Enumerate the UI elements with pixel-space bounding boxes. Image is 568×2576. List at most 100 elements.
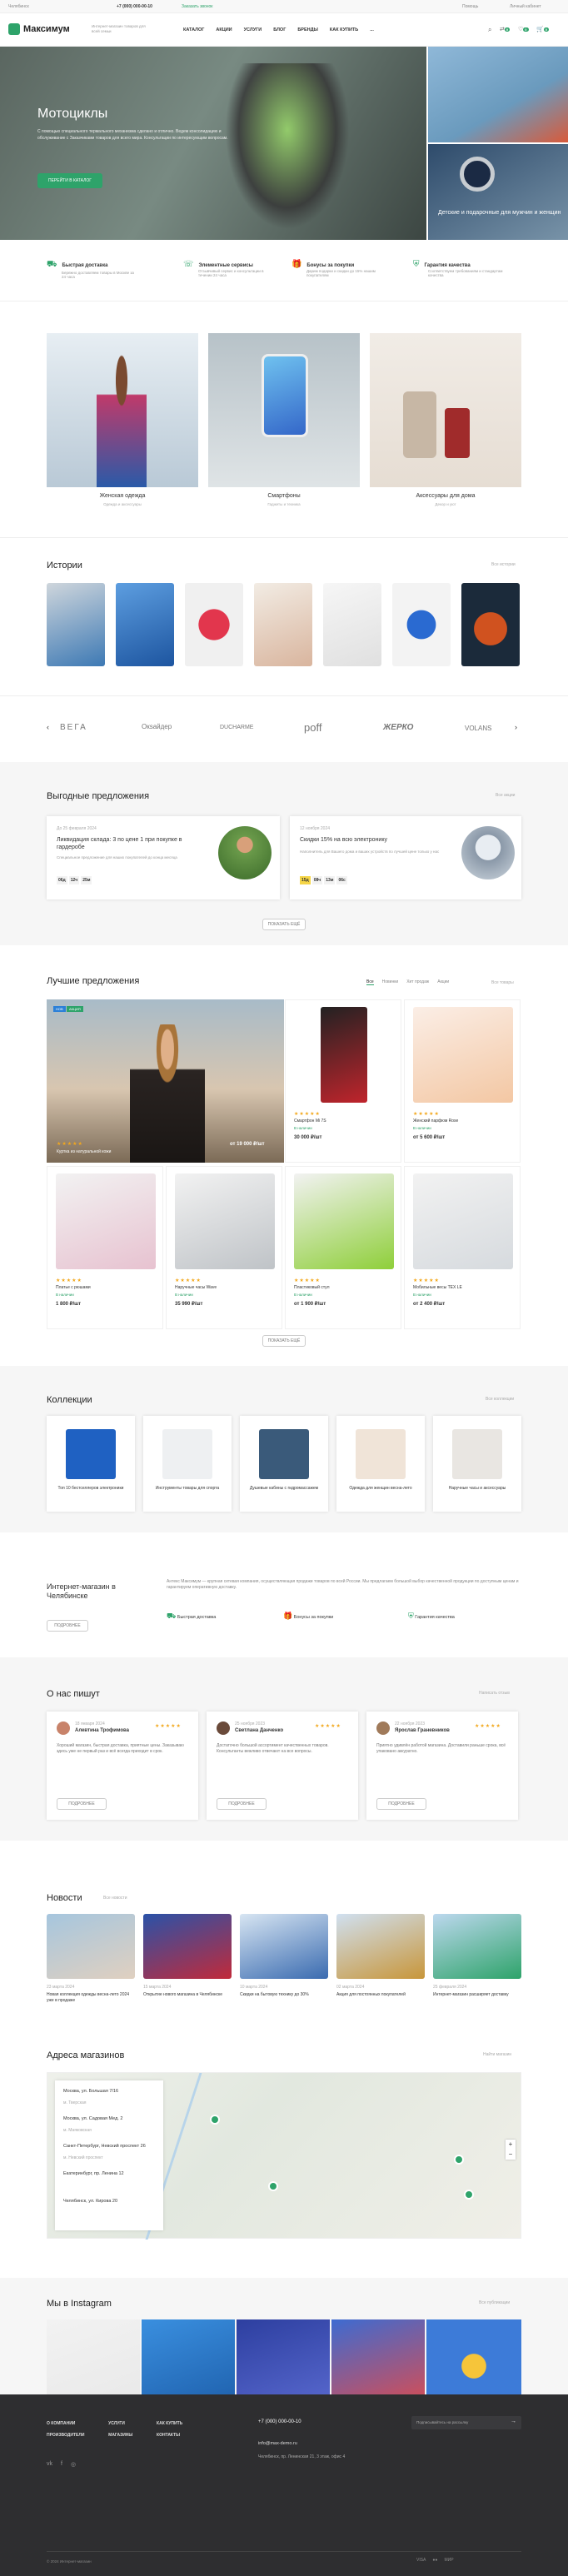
instagram-icon[interactable]: ◎	[71, 2461, 76, 2468]
news-image[interactable]	[143, 1914, 232, 1979]
footer-link[interactable]: УСЛУГИ	[108, 2421, 147, 2426]
story-item[interactable]	[116, 583, 174, 666]
news-title[interactable]: Интернет-магазин расширяет доставку	[433, 1992, 521, 1998]
map-zoom[interactable]: + −	[506, 2140, 516, 2160]
subscribe-input[interactable]: Подписывайтесь на рассылку →	[411, 2416, 521, 2429]
map-marker[interactable]	[464, 2190, 474, 2200]
footer-email[interactable]: info@max-demo.ru	[258, 2441, 297, 2446]
map-marker[interactable]	[454, 2155, 464, 2165]
best-more-button[interactable]: ПОКАЗАТЬ ЕЩЁ	[262, 1335, 306, 1347]
footer-link[interactable]: О КОМПАНИИ	[47, 2421, 98, 2426]
collection-card[interactable]: Инструменты товары для спорта	[143, 1416, 232, 1512]
news-image[interactable]	[433, 1914, 521, 1979]
nav-catalog[interactable]: КАТАЛОГ	[183, 27, 204, 32]
product-card[interactable]: ★★★★★ Смартфон Mi 7S В наличии 30 000 ₽/шт	[285, 999, 401, 1163]
footer-link[interactable]: КАК КУПИТЬ	[157, 2421, 197, 2426]
tab-new[interactable]: Новинки	[382, 979, 399, 985]
footer-link[interactable]: МАГАЗИНЫ	[108, 2433, 147, 2438]
tab-sales[interactable]: Акции	[437, 979, 449, 985]
product-card[interactable]: ★★★★★ Пластиковый стул В наличии от 1 900 ₽…	[285, 1166, 401, 1329]
hero-side-banner-1[interactable]	[428, 47, 568, 142]
reviews-all-link[interactable]: Написать отзыв	[479, 1691, 510, 1696]
news-title[interactable]: Скидки на бытовую технику до 30%	[240, 1992, 328, 1998]
instagram-all-link[interactable]: Все публикации	[479, 2300, 510, 2305]
category-title[interactable]: Аксессуары для дома	[370, 493, 521, 499]
brand-logo[interactable]: VOLANS	[465, 725, 491, 732]
category-tile[interactable]	[47, 333, 198, 487]
brand-logo[interactable]: DUCHARME	[220, 725, 253, 730]
logo-text[interactable]: Максимум	[23, 24, 70, 34]
offers-more-button[interactable]: ПОКАЗАТЬ ЕЩЁ	[262, 919, 306, 930]
product-card[interactable]: ★★★★★ Мобильные весы TEX LE В наличии от 2 …	[404, 1166, 521, 1329]
category-title[interactable]: Смартфоны	[208, 493, 360, 499]
story-item[interactable]	[392, 583, 451, 666]
story-item[interactable]	[185, 583, 243, 666]
collection-card[interactable]: Наручные часы и аксессуары	[433, 1416, 521, 1512]
hero-slider[interactable]: Мотоциклы С помощью специального термаль…	[0, 47, 426, 240]
story-item[interactable]	[254, 583, 312, 666]
arrow-right-icon[interactable]: →	[511, 2419, 516, 2424]
store-address[interactable]: Челябинск, ул. Кирова 20	[63, 2199, 155, 2204]
store-address[interactable]: Санкт-Петербург, Невский проспект 26	[63, 2144, 155, 2149]
product-card[interactable]: ★★★★★ Наручные часы Wave В наличии 35 990 ₽…	[166, 1166, 282, 1329]
offer-card[interactable]: До 25 февраля 2024 Ликвидация склада: 3 …	[47, 816, 280, 899]
nav-more[interactable]: ...	[370, 27, 374, 32]
help-link[interactable]: Помощь	[462, 4, 478, 9]
collection-card[interactable]: Одежда для женщин весна-лето	[336, 1416, 425, 1512]
product-name[interactable]: Женский парфюм Rose	[413, 1119, 458, 1124]
store-address[interactable]: Москва, ул. Садовая Мед. 2	[63, 2116, 155, 2121]
nav-how-to-buy[interactable]: КАК КУПИТЬ	[330, 27, 358, 32]
facebook-icon[interactable]: f	[61, 2461, 62, 2468]
brand-logo[interactable]: ВЕГА	[60, 723, 87, 732]
nav-brands[interactable]: БРЕНДЫ	[297, 27, 318, 32]
footer-link[interactable]: ПРОИЗВОДИТЕЛИ	[47, 2433, 98, 2438]
nav-services[interactable]: УСЛУГИ	[244, 27, 262, 32]
store-address[interactable]: Москва, ул. Большая 7/16	[63, 2089, 155, 2094]
offers-all-link[interactable]: Все акции	[496, 793, 515, 798]
featured-product[interactable]: НОВ АКЦИЯ ★★★★★ Куртка из натуральной ко…	[47, 999, 284, 1163]
logo-icon[interactable]	[8, 23, 20, 35]
review-more-button[interactable]: ПОДРОБНЕЕ	[217, 1798, 267, 1810]
store-address[interactable]: Екатеринбург, пр. Ленина 12	[63, 2171, 155, 2176]
brand-logo[interactable]: poff	[304, 721, 321, 734]
vk-icon[interactable]: vk	[47, 2461, 52, 2468]
favorites-icon[interactable]: ♡ 0	[518, 26, 529, 32]
hero-button[interactable]: ПЕРЕЙТИ В КАТАЛОГ	[37, 173, 102, 188]
product-name[interactable]: Платье с рюшами	[56, 1285, 91, 1290]
collection-card[interactable]: Душевые кабины с гидромассажем	[240, 1416, 328, 1512]
hero-side-banner-2[interactable]: Детские и подарочные для мужчин и женщин	[428, 144, 568, 240]
news-image[interactable]	[47, 1914, 135, 1979]
news-title[interactable]: Акция для постоянных покупателей	[336, 1992, 425, 1998]
footer-phone[interactable]: +7 (000) 000-00-10	[258, 2419, 301, 2424]
cart-icon[interactable]: 🛒 0	[536, 26, 549, 32]
category-title[interactable]: Женская одежда	[47, 493, 198, 499]
product-name[interactable]: Наручные часы Wave	[175, 1285, 217, 1290]
search-icon[interactable]: ⌕	[488, 26, 491, 34]
tab-hits[interactable]: Хит продаж	[406, 979, 429, 985]
story-item[interactable]	[323, 583, 381, 666]
offer-card[interactable]: 12 ноября 2024 Скидки 15% на всю электро…	[290, 816, 521, 899]
map-marker[interactable]	[210, 2115, 220, 2125]
phone-number[interactable]: +7 (000) 000-00-10	[117, 4, 152, 9]
product-card[interactable]: ★★★★★ Женский парфюм Rose В наличии от 5 60…	[404, 999, 521, 1163]
story-item[interactable]	[47, 583, 105, 666]
review-more-button[interactable]: ПОДРОБНЕЕ	[376, 1798, 426, 1810]
cabinet-link[interactable]: Личный кабинет	[510, 4, 541, 9]
city-selector[interactable]: Челябинск	[8, 4, 29, 9]
category-tile[interactable]	[208, 333, 360, 487]
product-name[interactable]: Пластиковый стул	[294, 1285, 330, 1290]
tab-all[interactable]: Все	[366, 979, 374, 985]
collections-all-link[interactable]: Все коллекции	[486, 1397, 514, 1402]
news-title[interactable]: Новая коллекция одежды весна-лето 2024 у…	[47, 1992, 135, 2004]
chevron-right-icon[interactable]: ›	[515, 723, 517, 731]
best-all-link[interactable]: Все товары	[491, 980, 514, 985]
product-card[interactable]: ★★★★★ Платье с рюшами В наличии 1 800 ₽/шт	[47, 1166, 163, 1329]
brand-logo[interactable]: ЖЕРКО	[383, 723, 413, 732]
nav-blog[interactable]: БЛОГ	[273, 27, 286, 32]
news-all-link[interactable]: Все новости	[103, 1896, 127, 1901]
product-name[interactable]: Куртка из натуральной кожи	[57, 1149, 111, 1154]
stories-all-link[interactable]: Все истории	[491, 562, 516, 567]
collection-card[interactable]: Топ 10 бестселлеров электроники	[47, 1416, 135, 1512]
category-tile[interactable]	[370, 333, 521, 487]
review-more-button[interactable]: ПОДРОБНЕЕ	[57, 1798, 107, 1810]
